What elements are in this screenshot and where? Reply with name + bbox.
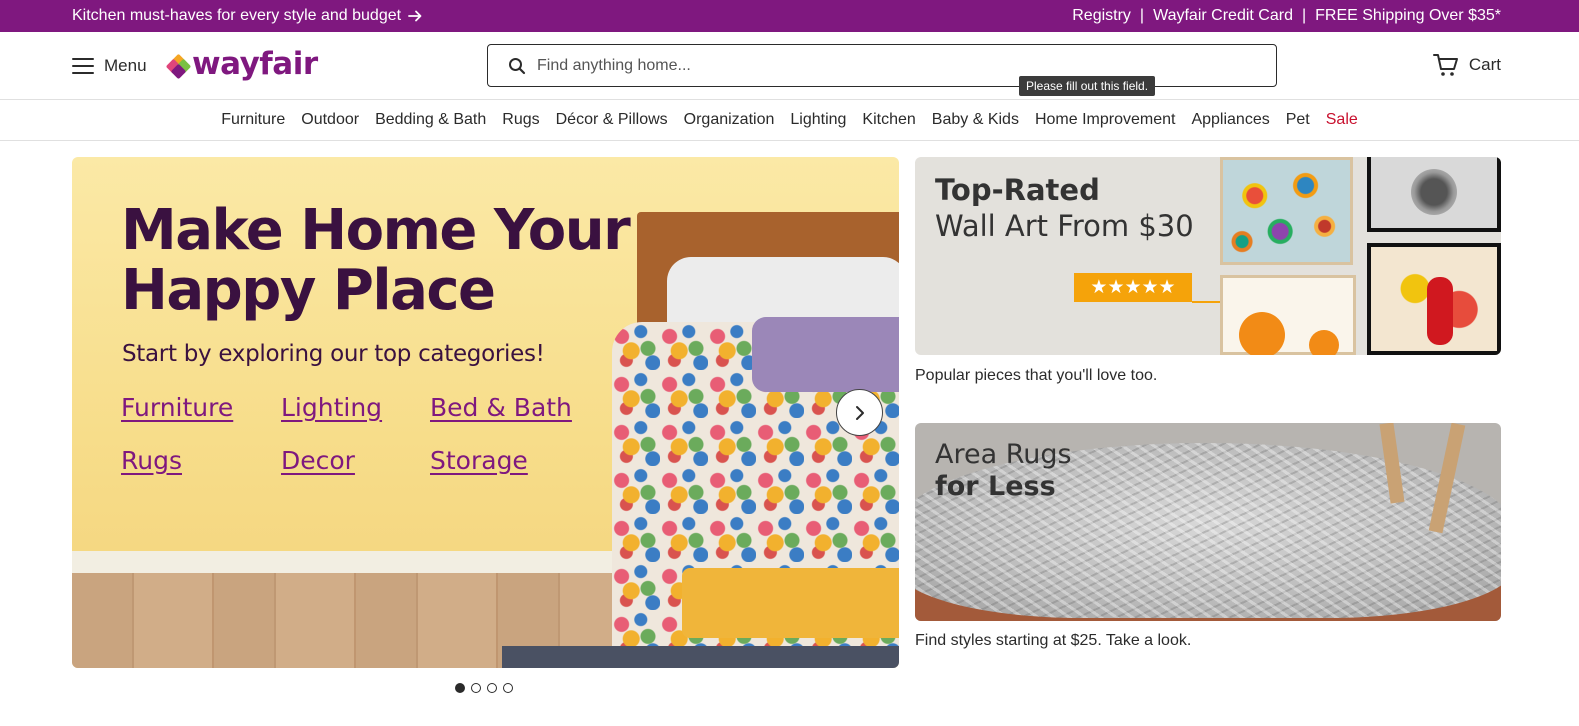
wall-art-caption: Popular pieces that you'll love too.	[915, 367, 1158, 384]
arrow-right-icon	[408, 10, 422, 22]
cart-button[interactable]: Cart	[1432, 52, 1501, 78]
carousel-dot-3[interactable]	[487, 683, 497, 693]
wall-art-tile[interactable]: Top-Rated Wall Art From $30 ★★★★★	[915, 157, 1501, 355]
search-box[interactable]	[487, 44, 1277, 87]
hero-link-rugs[interactable]: Rugs	[121, 446, 281, 475]
carousel-dot-2[interactable]	[471, 683, 481, 693]
hero-link-decor[interactable]: Decor	[281, 446, 430, 475]
area-rugs-tile[interactable]: Area Rugs for Less	[915, 423, 1501, 621]
promo-bar: Kitchen must-haves for every style and b…	[0, 0, 1579, 32]
category-baby-kids[interactable]: Baby & Kids	[932, 111, 1019, 129]
hero-link-furniture[interactable]: Furniture	[121, 393, 281, 422]
tile-title-bold: for Less	[935, 471, 1056, 502]
hero-link-storage[interactable]: Storage	[430, 446, 600, 475]
menu-label: Menu	[104, 56, 147, 75]
hero-headline: Make Home Your Happy Place	[121, 198, 631, 323]
category-decor-pillows[interactable]: Décor & Pillows	[556, 111, 668, 129]
separator: |	[1139, 7, 1145, 24]
hero-link-bed-bath[interactable]: Bed & Bath	[430, 393, 600, 422]
category-sale[interactable]: Sale	[1326, 111, 1358, 129]
hero-accent-pillow	[752, 317, 899, 392]
cart-icon	[1432, 54, 1458, 76]
separator: |	[1301, 7, 1307, 24]
category-bedding-bath[interactable]: Bedding & Bath	[375, 111, 486, 129]
logo-mark-icon	[165, 53, 192, 80]
rating-connector	[1192, 301, 1222, 303]
promo-link[interactable]: Kitchen must-haves for every style and b…	[72, 7, 423, 25]
category-rugs[interactable]: Rugs	[502, 111, 539, 129]
registry-link[interactable]: Registry	[1072, 7, 1131, 25]
logo-text: wayfair	[192, 46, 318, 82]
validation-tooltip: Please fill out this field.	[1019, 76, 1156, 96]
art-highland-cow-image	[1367, 157, 1501, 232]
hero-subheadline: Start by exploring our top categories!	[122, 341, 545, 367]
hero-banner[interactable]: Make Home Your Happy Place Start by expl…	[72, 157, 899, 668]
hamburger-icon	[72, 58, 94, 74]
hero-bench	[682, 568, 899, 638]
carousel-dots	[455, 683, 513, 693]
category-appliances[interactable]: Appliances	[1191, 111, 1269, 129]
credit-card-link[interactable]: Wayfair Credit Card	[1153, 7, 1293, 25]
hero-link-lighting[interactable]: Lighting	[281, 393, 430, 422]
chevron-right-icon	[855, 405, 864, 420]
art-cello-image	[1367, 243, 1501, 355]
category-home-improvement[interactable]: Home Improvement	[1035, 111, 1176, 129]
rating-stars: ★★★★★	[1074, 273, 1192, 302]
carousel-dot-4[interactable]	[503, 683, 513, 693]
hero-category-links: Furniture Lighting Bed & Bath Rugs Decor…	[121, 393, 600, 475]
category-lighting[interactable]: Lighting	[790, 111, 846, 129]
category-outdoor[interactable]: Outdoor	[301, 111, 359, 129]
promo-links: Registry | Wayfair Credit Card | FREE Sh…	[1072, 7, 1501, 25]
carousel-next-button[interactable]	[836, 389, 883, 436]
category-kitchen[interactable]: Kitchen	[862, 111, 915, 129]
promo-text: Kitchen must-haves for every style and b…	[72, 7, 402, 24]
art-circles-image	[1220, 157, 1353, 265]
search-input[interactable]	[537, 56, 1237, 75]
category-nav: Furniture Outdoor Bedding & Bath Rugs Dé…	[0, 100, 1579, 141]
category-organization[interactable]: Organization	[684, 111, 775, 129]
wayfair-logo[interactable]: wayfair	[165, 46, 318, 82]
hero-rug	[502, 646, 899, 668]
free-shipping-link[interactable]: FREE Shipping Over $35*	[1315, 7, 1501, 25]
tile-title-regular: Area Rugs	[935, 439, 1072, 470]
cart-label: Cart	[1468, 55, 1501, 74]
menu-button[interactable]: Menu	[72, 56, 147, 76]
site-header: Menu wayfair Cart	[0, 32, 1579, 100]
carousel-dot-1[interactable]	[455, 683, 465, 693]
art-orange-bicycle-image	[1220, 275, 1356, 355]
tile-title-bold: Top-Rated	[935, 173, 1100, 207]
tile-title-regular: Wall Art From $30	[935, 209, 1194, 243]
search-icon	[509, 57, 526, 74]
area-rugs-caption: Find styles starting at $25. Take a look…	[915, 632, 1192, 649]
category-furniture[interactable]: Furniture	[221, 111, 285, 129]
category-pet[interactable]: Pet	[1286, 111, 1310, 129]
